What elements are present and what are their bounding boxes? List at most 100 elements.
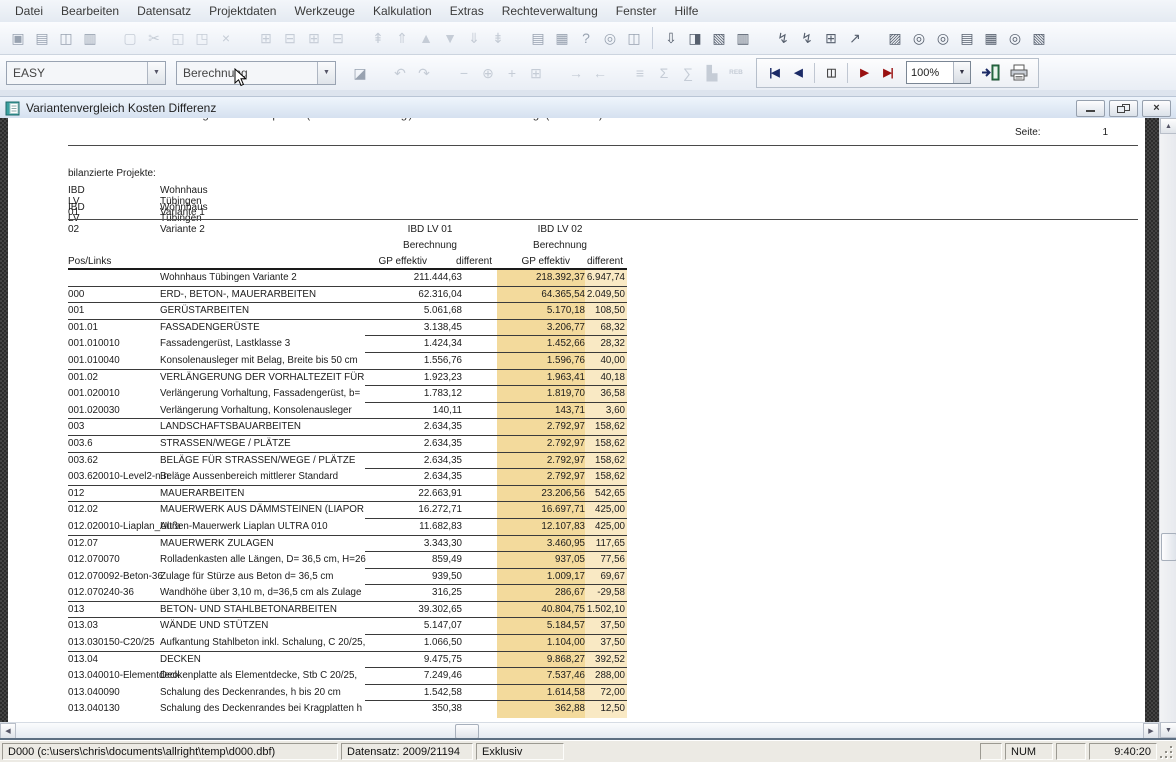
insert-position-above-icon[interactable]: ⊕ (476, 62, 500, 84)
print-report-button[interactable] (1005, 61, 1033, 85)
promote-icon[interactable]: ← (588, 62, 612, 84)
new-document-icon[interactable]: ▢ (118, 27, 142, 49)
move-pageup-icon[interactable]: ⇑ (390, 27, 414, 49)
insert-position-icon[interactable]: + (500, 62, 524, 84)
close-button[interactable]: × (1142, 100, 1171, 117)
profile-combobox[interactable]: EASY ▼ (6, 61, 166, 85)
menu-hilfe[interactable]: Hilfe (665, 1, 707, 21)
scroll-right-arrow-icon[interactable]: ▶ (1143, 723, 1159, 739)
insert-special-icon[interactable]: ⊞ (524, 62, 548, 84)
table-row: 012.02MAUERWERK AUS DÄMMSTEINEN (LIAPOR1… (8, 502, 1145, 519)
row-different-2: 69,67 (585, 569, 627, 586)
search-text-icon[interactable]: ◎ (931, 27, 955, 49)
view-combobox[interactable]: Berechnung ▼ (176, 61, 336, 85)
move-down-icon[interactable]: ▼ (438, 27, 462, 49)
scroll-down-arrow-icon[interactable]: ▼ (1160, 722, 1176, 738)
menu-kalkulation[interactable]: Kalkulation (364, 1, 441, 21)
restore-button[interactable] (1109, 100, 1138, 117)
sum-icon[interactable]: ∑ (676, 62, 700, 84)
zoom-icon[interactable]: ◎ (598, 27, 622, 49)
scroll-up-arrow-icon[interactable]: ▲ (1160, 118, 1176, 134)
print-icon[interactable]: ▦ (550, 27, 574, 49)
move-last-icon[interactable]: ⇟ (486, 27, 510, 49)
close-preview-button[interactable] (977, 61, 1005, 85)
search-record-icon[interactable]: ◎ (1003, 27, 1027, 49)
delete-icon[interactable]: × (214, 27, 238, 49)
help-icon[interactable]: ? (574, 27, 598, 49)
chevron-down-icon[interactable]: ▼ (147, 62, 165, 84)
report-title-clipped: Variantenvergleich komplett (mit Einrück… (120, 118, 604, 121)
redo-icon[interactable]: ↷ (412, 62, 436, 84)
insert-sublevel-icon[interactable]: ⊟ (326, 27, 350, 49)
import-icon[interactable]: ⇩ (659, 27, 683, 49)
horizontal-scrollbar-thumb[interactable] (455, 724, 479, 739)
vertical-scrollbar[interactable]: ▲ ▼ (1159, 118, 1176, 738)
vertical-scrollbar-thumb[interactable] (1161, 533, 1176, 561)
demote-icon[interactable]: → (564, 62, 588, 84)
document-stack-icon[interactable]: ▤ (955, 27, 979, 49)
document-window-title: Variantenvergleich Kosten Differenz (26, 101, 1072, 115)
split-view-icon[interactable]: ◫ (622, 27, 646, 49)
link-next-icon[interactable]: ↯ (795, 27, 819, 49)
tile-windows-icon[interactable]: ⊞ (819, 27, 843, 49)
insert-level-icon[interactable]: ⊞ (302, 27, 326, 49)
paste-icon[interactable]: ◳ (190, 27, 214, 49)
image-view-icon[interactable]: ◫ (54, 27, 78, 49)
export-document-icon[interactable]: ▥ (731, 27, 755, 49)
toolbar-report: EASY ▼ Berechnung ▼ ◪ ↶↷−⊕+⊞ →← ≡Σ∑▙REB |◀◀… (0, 55, 1176, 91)
row-different-2: 40,00 (585, 353, 627, 370)
minimize-button[interactable] (1076, 100, 1105, 117)
move-first-icon[interactable]: ⇞ (366, 27, 390, 49)
insert-subposition-icon[interactable]: ⊟ (278, 27, 302, 49)
annotation-icon[interactable]: ▨ (883, 27, 907, 49)
link-previous-icon[interactable]: ↯ (771, 27, 795, 49)
previous-page-button[interactable]: ◀ (786, 62, 810, 84)
library-icon[interactable]: ◨ (683, 27, 707, 49)
reb-icon[interactable]: REB (724, 62, 748, 84)
copy-pages-button[interactable]: ◫ (819, 62, 843, 84)
row-description: MAUERWERK AUS DÄMMSTEINEN (LIAPOR (160, 502, 364, 519)
menu-rechteverwaltung[interactable]: Rechteverwaltung (493, 1, 607, 21)
chart-icon[interactable]: ▙ (700, 62, 724, 84)
edit-document-icon[interactable]: ▧ (707, 27, 731, 49)
insert-position-icon[interactable]: ⊞ (254, 27, 278, 49)
subtotal-icon[interactable]: Σ (652, 62, 676, 84)
print-preview-icon[interactable]: ▤ (526, 27, 550, 49)
scroll-left-arrow-icon[interactable]: ◀ (0, 723, 16, 739)
chevron-down-icon[interactable]: ▼ (317, 62, 335, 84)
next-page-button[interactable]: ▶ (852, 62, 876, 84)
document-table-icon[interactable]: ▦ (979, 27, 1003, 49)
move-up-icon[interactable]: ▲ (414, 27, 438, 49)
resize-grip[interactable] (1160, 744, 1174, 760)
zoom-combobox[interactable]: 100% ▼ (906, 61, 971, 84)
chevron-down-icon[interactable]: ▼ (953, 62, 970, 83)
row-description: LANDSCHAFTSBAUARBEITEN (160, 419, 301, 436)
first-page-button[interactable]: |◀ (762, 62, 786, 84)
remove-position-icon[interactable]: − (452, 62, 476, 84)
search-document-icon[interactable]: ◎ (907, 27, 931, 49)
table-row: 001.02VERLÄNGERUNG DER VORHALTEZEIT FÜR1… (8, 370, 1145, 387)
menu-bar: DateiBearbeitenDatensatzProjektdatenWerk… (0, 0, 1176, 23)
menu-datensatz[interactable]: Datensatz (128, 1, 200, 21)
pin-icon[interactable]: ↗ (843, 27, 867, 49)
form-view-icon[interactable]: ▤ (30, 27, 54, 49)
list-icon[interactable]: ≡ (628, 62, 652, 84)
open-layout-icon[interactable]: ◪ (348, 62, 372, 84)
move-pagedown-icon[interactable]: ⇓ (462, 27, 486, 49)
row-gp-effektiv-1: 140,11 (369, 403, 462, 420)
edit-text-icon[interactable]: ▧ (1027, 27, 1051, 49)
menu-datei[interactable]: Datei (6, 1, 52, 21)
row-different-2: 77,56 (585, 552, 627, 569)
catalog-view-icon[interactable]: ▥ (78, 27, 102, 49)
menu-bearbeiten[interactable]: Bearbeiten (52, 1, 128, 21)
cut-icon[interactable]: ✂ (142, 27, 166, 49)
undo-icon[interactable]: ↶ (388, 62, 412, 84)
menu-projektdaten[interactable]: Projektdaten (200, 1, 285, 21)
menu-werkzeuge[interactable]: Werkzeuge (285, 1, 363, 21)
last-page-button[interactable]: ▶| (876, 62, 900, 84)
copy-icon[interactable]: ◱ (166, 27, 190, 49)
menu-extras[interactable]: Extras (441, 1, 493, 21)
horizontal-scrollbar[interactable]: ◀ ▶ (0, 722, 1159, 739)
report-view-icon[interactable]: ▣ (6, 27, 30, 49)
menu-fenster[interactable]: Fenster (607, 1, 666, 21)
